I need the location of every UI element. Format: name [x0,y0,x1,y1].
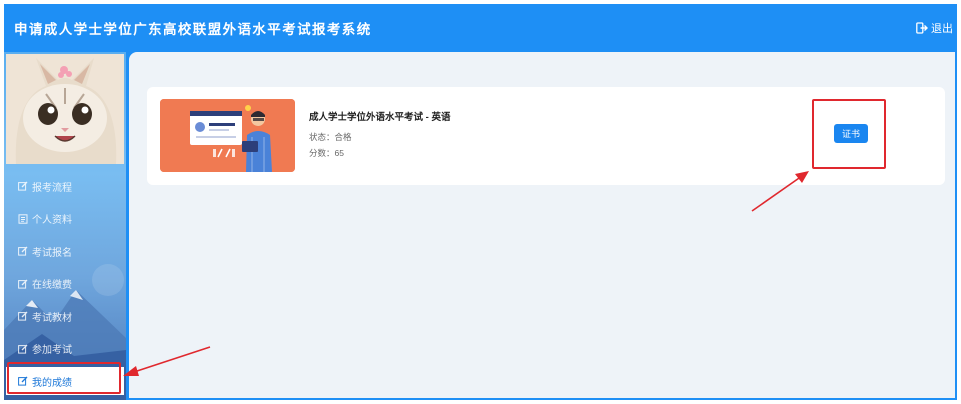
edit-icon [18,246,28,256]
my-scores-highlight-box [7,362,121,394]
sidebar-item-label: 在线缴费 [32,280,72,292]
exam-illustration-image [160,99,295,172]
logout-label: 退出 [931,23,953,35]
exam-score: 分数：65 [309,148,344,158]
sidebar-item-label: 考试报名 [32,247,72,259]
cat-avatar-image [6,54,124,164]
avatar [6,54,124,164]
sidebar-item-exam-process[interactable]: 报考流程 [4,170,126,203]
app-title: 申请成人学士学位广东高校联盟外语水平考试报考系统 [14,22,372,37]
sidebar: 报考流程 个人资料 考试报名 在线缴费 考试教材 参加考试 我的成绩 [4,52,126,400]
exam-title: 成人学士学位外语水平考试 - 英语 [309,112,451,123]
sidebar-item-label: 参加考试 [32,345,72,357]
sidebar-item-payment[interactable]: 在线缴费 [4,268,126,301]
sidebar-item-label: 报考流程 [32,182,72,194]
edit-icon [18,181,28,191]
certificate-highlight-box [812,99,886,169]
sidebar-item-textbooks[interactable]: 考试教材 [4,300,126,333]
edit-icon [18,344,28,354]
sidebar-item-take-exam[interactable]: 参加考试 [4,333,126,366]
sidebar-item-profile[interactable]: 个人资料 [4,203,126,236]
app-frame: 申请成人学士学位广东高校联盟外语水平考试报考系统 退出 报考流程 个人资料 考试… [4,4,957,400]
edit-icon [18,279,28,289]
app-header: 申请成人学士学位广东高校联盟外语水平考试报考系统 退出 [4,4,957,52]
sidebar-item-registration[interactable]: 考试报名 [4,235,126,268]
sidebar-item-label: 个人资料 [32,215,72,227]
profile-card-icon [18,214,28,224]
logout-icon [916,22,928,34]
logout-button[interactable]: 退出 [916,20,953,36]
edit-icon [18,311,28,321]
sidebar-item-label: 考试教材 [32,312,72,324]
exam-illustration [160,99,295,172]
exam-status: 状态：合格 [309,132,352,142]
